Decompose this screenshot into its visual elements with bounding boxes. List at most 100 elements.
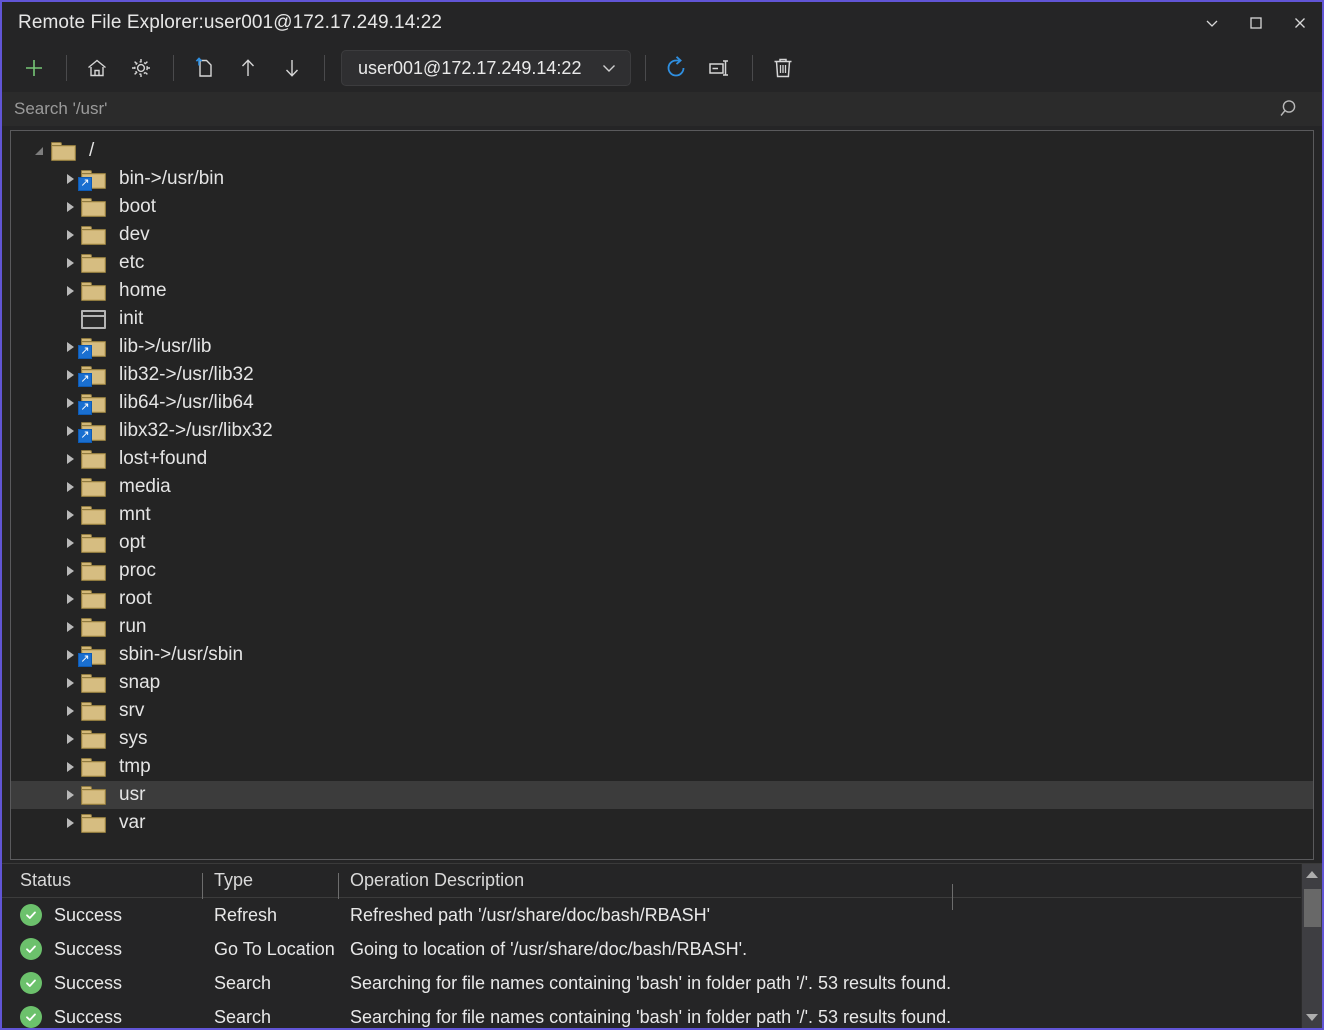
toolbar-separator bbox=[324, 55, 325, 81]
column-header-type[interactable]: Type bbox=[202, 870, 338, 891]
upload-file-button[interactable] bbox=[184, 49, 224, 87]
status-table-header: Status Type Operation Description bbox=[2, 864, 1301, 898]
description-cell: Refreshed path '/usr/share/doc/bash/RBAS… bbox=[338, 905, 952, 926]
expander-collapsed-icon[interactable] bbox=[59, 449, 81, 469]
tree-row-label: sys bbox=[119, 728, 148, 750]
window-title: Remote File Explorer:user001@172.17.249.… bbox=[2, 12, 442, 34]
refresh-button[interactable] bbox=[656, 49, 696, 87]
status-table: Status Type Operation Description Succes… bbox=[2, 864, 1301, 1028]
column-header-description[interactable]: Operation Description bbox=[338, 870, 952, 891]
shortcut-arrow-icon: ↗ bbox=[78, 345, 92, 359]
maximize-button[interactable] bbox=[1234, 2, 1278, 44]
folder-symlink-icon: ↗ bbox=[81, 422, 113, 441]
expander-collapsed-icon[interactable] bbox=[59, 785, 81, 805]
tree-row[interactable]: var bbox=[11, 809, 1313, 837]
connection-select[interactable]: user001@172.17.249.14:22 bbox=[341, 50, 631, 86]
expander-collapsed-icon[interactable] bbox=[59, 701, 81, 721]
expander-collapsed-icon[interactable] bbox=[59, 197, 81, 217]
tree-row[interactable]: run bbox=[11, 613, 1313, 641]
tree-row[interactable]: init bbox=[11, 305, 1313, 333]
tree-row-label: srv bbox=[119, 700, 144, 722]
folder-icon bbox=[81, 786, 113, 805]
status-label: Success bbox=[54, 905, 122, 926]
tree-row-root[interactable]: / bbox=[11, 137, 1313, 165]
search-button[interactable] bbox=[1258, 92, 1322, 126]
expander-collapsed-icon[interactable] bbox=[59, 813, 81, 833]
folder-icon bbox=[81, 702, 113, 721]
expander-collapsed-icon[interactable] bbox=[59, 673, 81, 693]
tree-row[interactable]: home bbox=[11, 277, 1313, 305]
home-button[interactable] bbox=[77, 49, 117, 87]
status-row[interactable]: SuccessRefreshRefreshed path '/usr/share… bbox=[2, 898, 1301, 932]
settings-button[interactable] bbox=[121, 49, 161, 87]
tree-row[interactable]: snap bbox=[11, 669, 1313, 697]
tree-row[interactable]: ↗sbin->/usr/sbin bbox=[11, 641, 1313, 669]
tree-row[interactable]: opt bbox=[11, 529, 1313, 557]
scroll-up-button[interactable] bbox=[1302, 864, 1323, 885]
scrollbar-thumb[interactable] bbox=[1304, 889, 1321, 927]
description-cell: Searching for file names containing 'bas… bbox=[338, 1007, 952, 1028]
status-label: Success bbox=[54, 1007, 122, 1028]
tree-row[interactable]: etc bbox=[11, 249, 1313, 277]
close-button[interactable] bbox=[1278, 2, 1322, 44]
folder-icon bbox=[81, 478, 113, 497]
expander-collapsed-icon[interactable] bbox=[59, 533, 81, 553]
tree-row[interactable]: media bbox=[11, 473, 1313, 501]
tree-row[interactable]: dev bbox=[11, 221, 1313, 249]
tree-row[interactable]: ↗bin->/usr/bin bbox=[11, 165, 1313, 193]
tree-row[interactable]: ↗lib32->/usr/lib32 bbox=[11, 361, 1313, 389]
tree-row[interactable]: ↗lib->/usr/lib bbox=[11, 333, 1313, 361]
plus-icon bbox=[22, 56, 46, 80]
tree-row[interactable]: boot bbox=[11, 193, 1313, 221]
expander-collapsed-icon[interactable] bbox=[59, 253, 81, 273]
type-cell: Search bbox=[202, 1007, 338, 1028]
toolbar-separator bbox=[752, 55, 753, 81]
gear-icon bbox=[129, 56, 153, 80]
expander-collapsed-icon[interactable] bbox=[59, 617, 81, 637]
expander-collapsed-icon[interactable] bbox=[59, 225, 81, 245]
status-row[interactable]: SuccessSearchSearching for file names co… bbox=[2, 966, 1301, 1000]
expander-collapsed-icon[interactable] bbox=[59, 561, 81, 581]
tree-row[interactable]: proc bbox=[11, 557, 1313, 585]
expander-collapsed-icon[interactable] bbox=[59, 757, 81, 777]
move-down-button[interactable] bbox=[272, 49, 312, 87]
expander-collapsed-icon[interactable] bbox=[59, 729, 81, 749]
scrollbar-track[interactable] bbox=[1302, 885, 1323, 1007]
tree-row[interactable]: lost+found bbox=[11, 445, 1313, 473]
folder-icon bbox=[81, 198, 113, 217]
folder-icon bbox=[81, 590, 113, 609]
delete-button[interactable] bbox=[763, 49, 803, 87]
column-header-status[interactable]: Status bbox=[2, 870, 202, 891]
tree-row[interactable]: srv bbox=[11, 697, 1313, 725]
tree-row[interactable]: ↗lib64->/usr/lib64 bbox=[11, 389, 1313, 417]
status-row[interactable]: Success SearchSearching for file names co… bbox=[2, 1000, 1301, 1028]
status-rows: SuccessRefreshRefreshed path '/usr/share… bbox=[2, 898, 1301, 1028]
search-input[interactable] bbox=[2, 92, 1258, 126]
rename-button[interactable] bbox=[700, 49, 740, 87]
status-scrollbar[interactable] bbox=[1301, 864, 1322, 1028]
tree-row[interactable]: ↗libx32->/usr/libx32 bbox=[11, 417, 1313, 445]
tree-row[interactable]: sys bbox=[11, 725, 1313, 753]
add-connection-button[interactable] bbox=[14, 49, 54, 87]
tree-row[interactable]: usr bbox=[11, 781, 1313, 809]
move-up-button[interactable] bbox=[228, 49, 268, 87]
expander-collapsed-icon[interactable] bbox=[59, 281, 81, 301]
expander-collapsed-icon[interactable] bbox=[59, 505, 81, 525]
scroll-down-button[interactable] bbox=[1302, 1007, 1323, 1028]
chevron-down-icon bbox=[600, 59, 618, 77]
tree-row[interactable]: tmp bbox=[11, 753, 1313, 781]
expander-open-icon[interactable] bbox=[29, 141, 51, 161]
file-tree-panel[interactable]: / ↗bin->/usr/binbootdevetchomeinit↗lib->… bbox=[10, 130, 1314, 860]
minimize-button[interactable] bbox=[1190, 2, 1234, 44]
expander-collapsed-icon[interactable] bbox=[59, 589, 81, 609]
folder-symlink-icon: ↗ bbox=[81, 394, 113, 413]
status-row[interactable]: SuccessGo To LocationGoing to location o… bbox=[2, 932, 1301, 966]
search-icon bbox=[1278, 97, 1302, 121]
tree-row[interactable]: mnt bbox=[11, 501, 1313, 529]
expander-collapsed-icon[interactable] bbox=[59, 477, 81, 497]
tree-row-label: lib32->/usr/lib32 bbox=[119, 364, 254, 386]
tree-row-label: usr bbox=[119, 784, 145, 806]
folder-icon bbox=[81, 758, 113, 777]
tree-row[interactable]: root bbox=[11, 585, 1313, 613]
toolbar: user001@172.17.249.14:22 bbox=[2, 44, 1322, 92]
